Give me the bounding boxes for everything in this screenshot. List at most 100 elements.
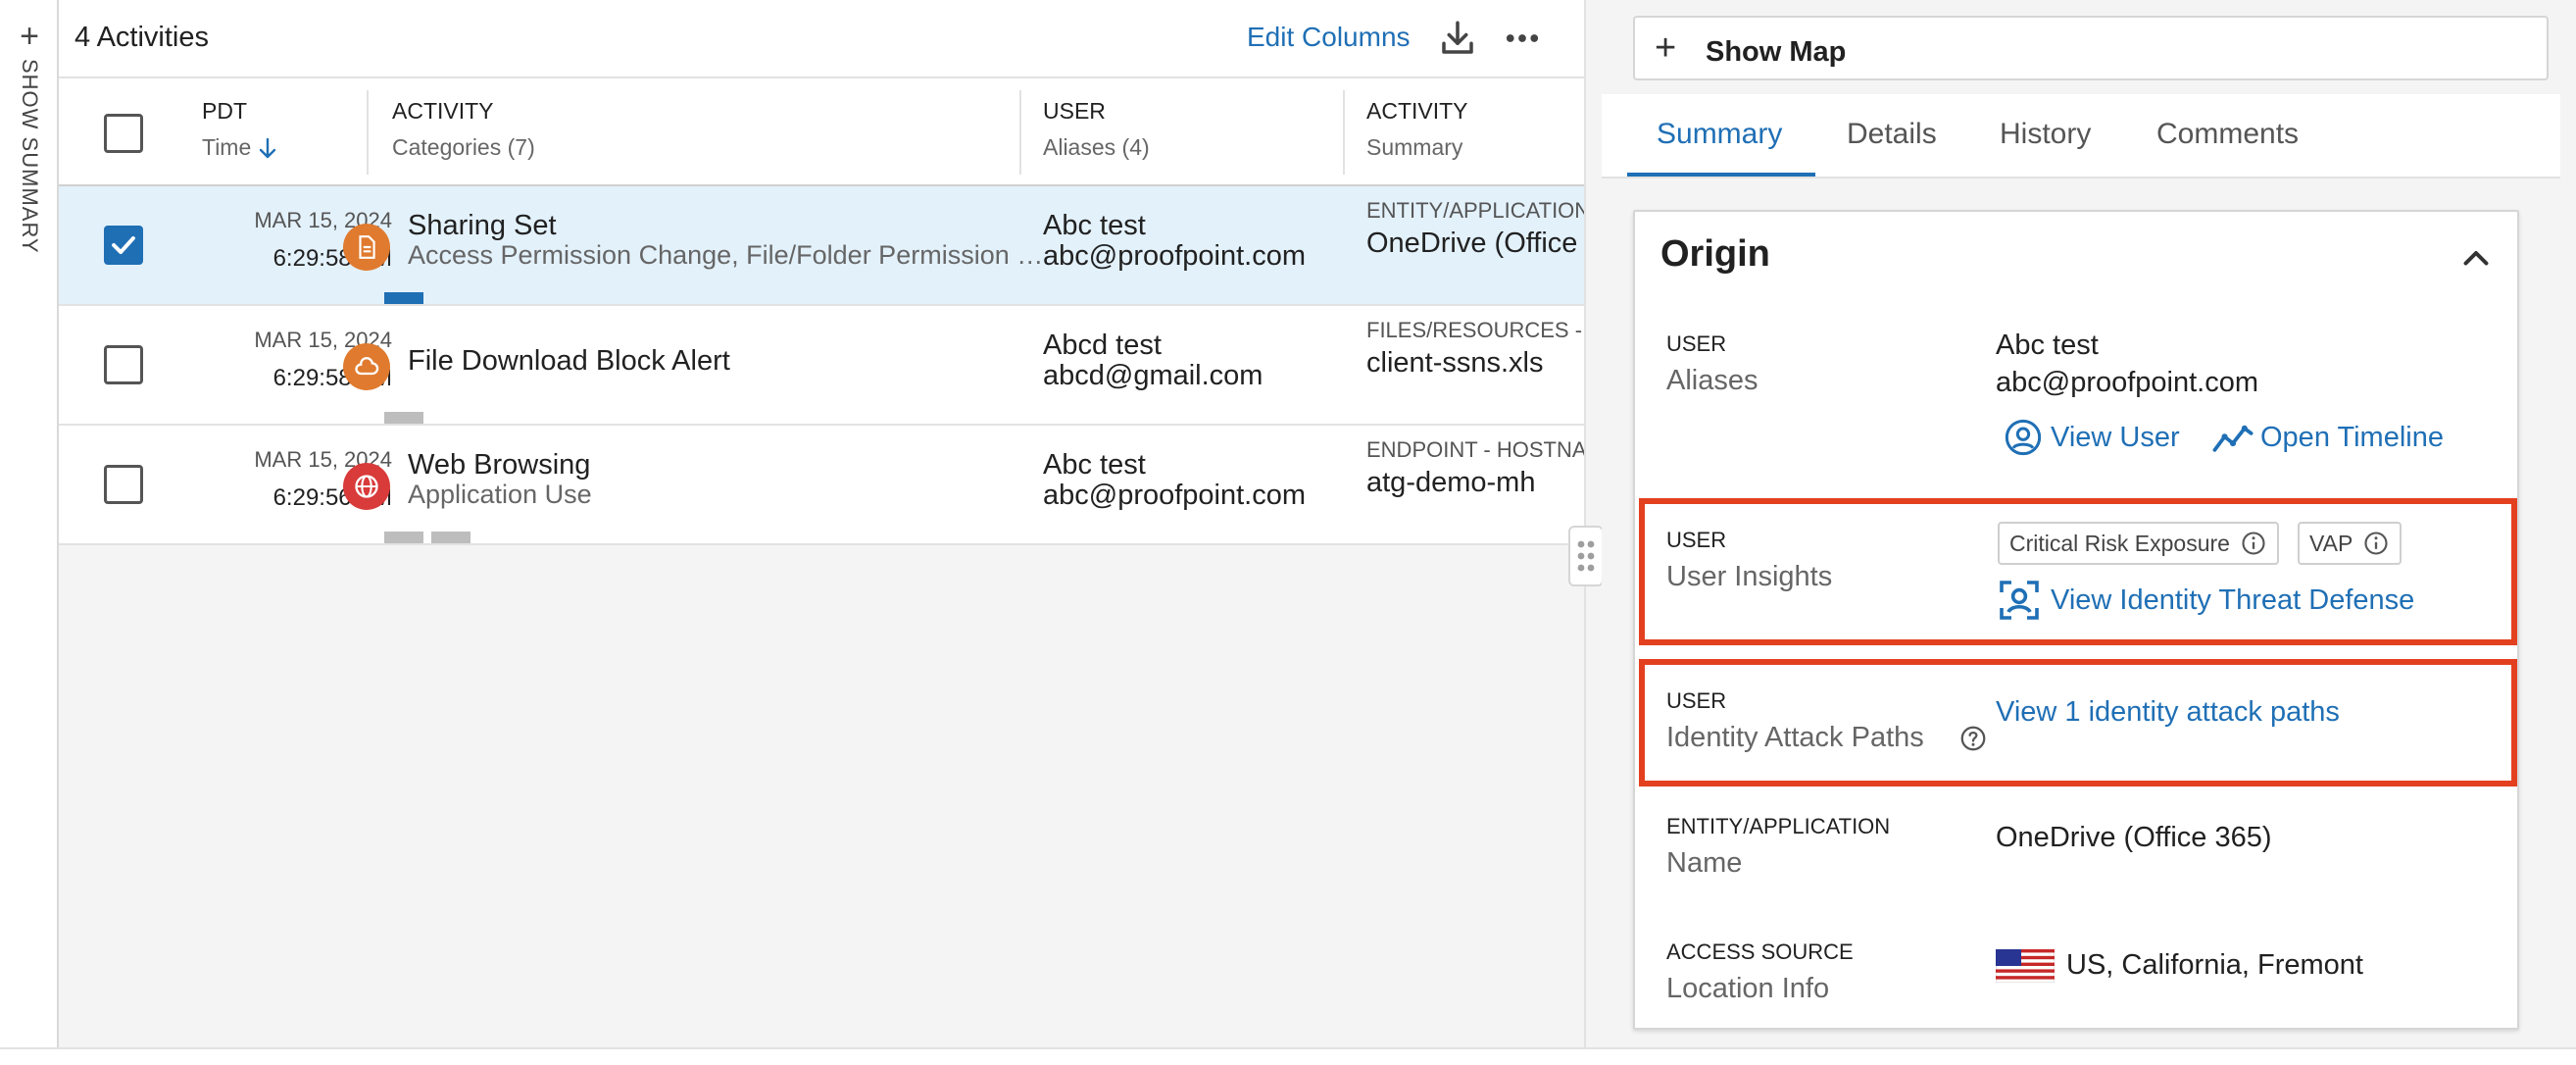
resize-handle[interactable] [1568, 526, 1604, 586]
row-checkbox[interactable] [104, 345, 143, 384]
severity-indicator [384, 532, 423, 543]
more-options-icon[interactable] [1502, 18, 1543, 59]
column-header-user[interactable]: USER Aliases (4) [1043, 98, 1150, 161]
row-checkbox[interactable] [104, 226, 143, 265]
column-divider[interactable] [1343, 90, 1345, 175]
column-header-summary[interactable]: ACTIVITY Summary [1366, 98, 1468, 161]
column-header-bottom: Summary [1366, 134, 1463, 160]
origin-card: Origin USER Aliases Abc test abc@proofpo… [1633, 210, 2519, 1030]
summary-value: client-ssns.xls [1366, 347, 1544, 379]
column-divider[interactable] [367, 90, 369, 175]
critical-risk-badge: Critical Risk Exposure [1998, 522, 2279, 565]
activity-categories: Application Use [408, 480, 592, 509]
column-header-activity[interactable]: ACTIVITY Categories (7) [392, 98, 535, 161]
user-email: abcd@gmail.com [1043, 360, 1263, 391]
tab-comments[interactable]: Comments [2156, 118, 2299, 151]
sort-descending-icon[interactable] [257, 137, 278, 161]
view-user-link[interactable]: View User [2051, 422, 2180, 454]
origin-title: Origin [1660, 233, 1770, 275]
view-attack-paths-link[interactable]: View 1 identity attack paths [1996, 696, 2340, 729]
column-header-top: ACTIVITY [392, 98, 494, 124]
column-header-top: USER [1043, 98, 1106, 124]
severity-indicator [384, 412, 423, 424]
show-map-label: Show Map [1706, 36, 1847, 68]
edit-columns-link[interactable]: Edit Columns [1247, 22, 1411, 53]
field-label: USER [1666, 688, 1727, 713]
user-name: Abc test [1043, 210, 1146, 241]
column-header-bottom: Time [202, 134, 278, 161]
user-name: Abc test [1043, 449, 1146, 481]
field-sublabel: Location Info [1666, 973, 1830, 1004]
table-row[interactable]: MAR 15, 2024 6:29:56 AM Web Browsing App… [59, 426, 1584, 545]
activity-title: Web Browsing [408, 449, 591, 481]
cloud-icon [343, 343, 390, 390]
row-checkbox[interactable] [104, 465, 143, 504]
tab-details[interactable]: Details [1847, 118, 1937, 151]
active-tab-indicator [1627, 173, 1815, 177]
identity-defense-icon[interactable] [1996, 577, 2043, 624]
window-edge [2560, 0, 2576, 1047]
details-panel: + Show Map Summary Details History Comme… [1602, 0, 2560, 1047]
user-name: Abcd test [1043, 330, 1162, 361]
field-label: ACCESS SOURCE [1666, 939, 1854, 964]
user-email: abc@proofpoint.com [1043, 240, 1307, 272]
field-label: USER [1666, 528, 1727, 552]
user-name-value: Abc test [1996, 330, 2099, 361]
show-summary-toggle[interactable]: + SHOW SUMMARY [10, 20, 49, 254]
tab-summary[interactable]: Summary [1657, 118, 1782, 151]
document-icon [343, 224, 390, 271]
user-email-value: abc@proofpoint.com [1996, 367, 2259, 398]
checkmark-icon [112, 235, 135, 255]
activity-title: File Download Block Alert [408, 345, 730, 377]
plus-icon: + [1655, 27, 1677, 69]
user-email: abc@proofpoint.com [1043, 480, 1307, 511]
column-header-top: PDT [202, 98, 247, 124]
panel-divider [1584, 0, 1602, 1047]
summary-label: ENTITY/APPLICATION [1366, 198, 1584, 223]
info-icon[interactable] [2240, 530, 2267, 557]
activities-panel: 4 Activities Edit Columns PDT Time ACTIV… [59, 0, 1584, 1047]
chevron-up-icon[interactable] [2458, 241, 2494, 277]
show-summary-label: SHOW SUMMARY [18, 59, 42, 254]
field-sublabel: Name [1666, 847, 1743, 879]
details-tabs: Summary Details History Comments [1602, 94, 2560, 178]
severity-indicator [431, 532, 471, 543]
download-icon[interactable] [1437, 18, 1478, 59]
table-row[interactable]: MAR 15, 2024 6:29:58 AM File Download Bl… [59, 306, 1584, 426]
table-row[interactable]: MAR 15, 2024 6:29:58 AM Sharing Set Acce… [59, 186, 1584, 306]
entity-name-value: OneDrive (Office 365) [1996, 822, 2272, 853]
show-map-button[interactable]: + Show Map [1633, 16, 2549, 80]
globe-icon [343, 463, 390, 510]
tab-history[interactable]: History [2000, 118, 2091, 151]
bottom-border [0, 1047, 2576, 1065]
column-header-time[interactable]: PDT Time [202, 98, 278, 161]
vap-badge: VAP [2298, 522, 2403, 565]
help-icon[interactable] [1958, 724, 1988, 753]
field-sublabel: Identity Attack Paths [1666, 722, 1924, 753]
info-icon[interactable] [2362, 530, 2390, 557]
drag-dots-icon [1577, 540, 1595, 572]
select-all-checkbox[interactable] [104, 114, 143, 153]
activities-toolbar: 4 Activities Edit Columns [59, 0, 1584, 78]
summary-label: ENDPOINT - HOSTNAME [1366, 437, 1584, 462]
field-label: USER [1666, 331, 1727, 356]
activities-count-title: 4 Activities [74, 22, 209, 53]
summary-strip: + SHOW SUMMARY [0, 0, 59, 1047]
column-header-top: ACTIVITY [1366, 98, 1468, 124]
field-label: ENTITY/APPLICATION [1666, 814, 1891, 838]
view-identity-threat-defense-link[interactable]: View Identity Threat Defense [2051, 584, 2414, 617]
location-value: US, California, Fremont [2066, 949, 2363, 981]
open-timeline-link[interactable]: Open Timeline [2260, 422, 2444, 454]
field-sublabel: User Insights [1666, 561, 1833, 592]
column-divider[interactable] [1019, 90, 1021, 175]
summary-label: FILES/RESOURCES - FILE NAME [1366, 318, 1584, 342]
column-header-bottom: Aliases (4) [1043, 134, 1150, 160]
us-flag-icon [1996, 949, 2055, 983]
column-header-bottom: Categories (7) [392, 134, 535, 160]
table-header: PDT Time ACTIVITY Categories (7) USER Al… [59, 78, 1584, 186]
timeline-icon[interactable] [2211, 420, 2254, 457]
activity-categories: Access Permission Change, File/Folder Pe… [408, 240, 1055, 270]
user-circle-icon[interactable] [2004, 418, 2043, 457]
summary-value: atg-demo-mh [1366, 467, 1536, 498]
summary-value: OneDrive (Office 365) [1366, 228, 1584, 259]
